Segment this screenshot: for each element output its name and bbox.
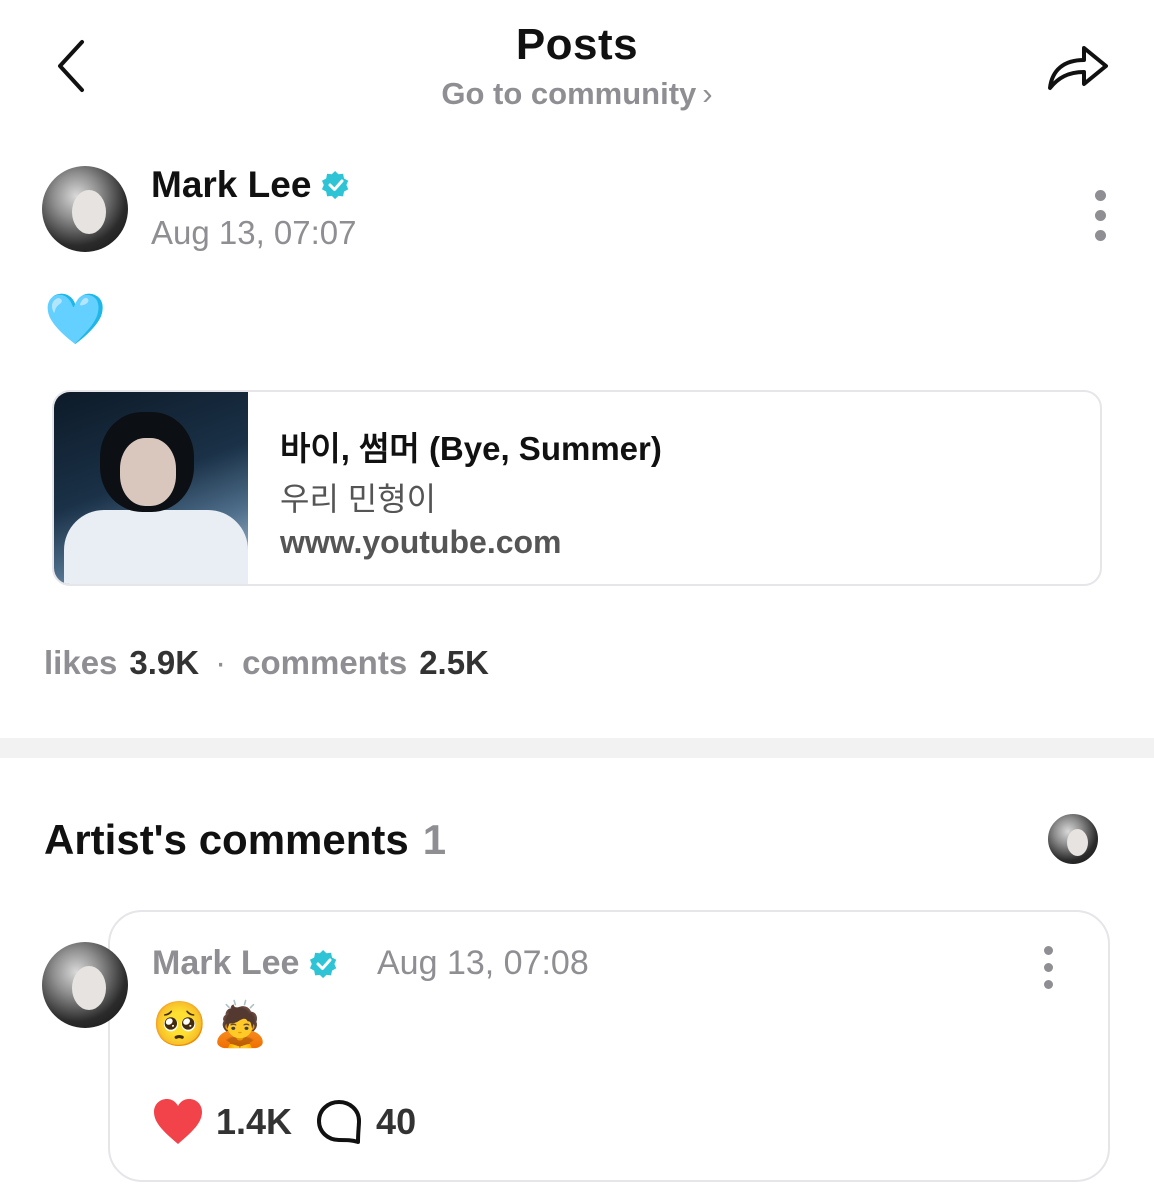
- stats-separator: ·: [215, 644, 227, 681]
- link-subtitle: 우리 민형이: [280, 481, 437, 517]
- artist-comments-heading: Artist's comments 1: [44, 816, 446, 864]
- author-name: Mark Lee: [151, 164, 312, 205]
- more-dot: [1043, 946, 1053, 955]
- author-name-row[interactable]: Mark Lee: [151, 164, 351, 206]
- comment-timestamp: Aug 13, 07:08: [377, 944, 589, 982]
- link-thumbnail: [54, 392, 248, 584]
- link-preview-card[interactable]: 바이, 썸머 (Bye, Summer) 우리 민형이 www.youtube.…: [52, 390, 1102, 586]
- community-link-label: Go to community: [441, 76, 697, 111]
- artist-filter-avatar[interactable]: [1046, 812, 1100, 866]
- more-dot: [1094, 190, 1106, 201]
- comment-author-name: Mark Lee: [152, 944, 300, 982]
- comment-actions: 1.4K 40: [152, 1098, 416, 1146]
- chevron-left-icon: [58, 40, 84, 92]
- verified-badge-icon: [310, 949, 337, 978]
- likes-count[interactable]: 3.9K: [129, 644, 199, 682]
- heart-icon[interactable]: [152, 1098, 204, 1146]
- go-to-community-link[interactable]: Go to community ›: [377, 76, 777, 112]
- post-timestamp: Aug 13, 07:07: [151, 214, 357, 251]
- more-dot: [1094, 210, 1106, 221]
- share-arrow-icon: [1048, 46, 1108, 90]
- comment-body-text: 🥺🙇: [152, 1000, 274, 1049]
- comment-author-row[interactable]: Mark Lee: [152, 944, 339, 983]
- verified-badge-icon: [322, 170, 349, 200]
- more-dot: [1043, 980, 1053, 989]
- artist-comments-count: 1: [422, 816, 447, 863]
- chevron-right-icon: ›: [702, 76, 713, 111]
- post-stats: likes 3.9K · comments 2.5K: [44, 644, 489, 682]
- post-body-text: 🩵: [44, 291, 107, 347]
- link-title: 바이, 썸머 (Bye, Summer): [280, 430, 662, 467]
- more-dot: [1043, 963, 1053, 972]
- comments-count[interactable]: 2.5K: [419, 644, 489, 682]
- comment-author-avatar[interactable]: [42, 942, 128, 1028]
- share-button[interactable]: [1044, 36, 1114, 96]
- likes-label[interactable]: likes: [44, 644, 117, 682]
- page-title: Posts: [515, 20, 639, 69]
- back-button[interactable]: [48, 36, 98, 96]
- comment-reply-count: 40: [376, 1101, 417, 1142]
- comment-like-count: 1.4K: [216, 1101, 293, 1142]
- comments-label[interactable]: comments: [242, 644, 407, 682]
- more-dot: [1094, 230, 1106, 241]
- post-more-options-button[interactable]: [1088, 190, 1112, 241]
- author-avatar[interactable]: [42, 166, 128, 252]
- artist-comments-title: Artist's comments: [44, 816, 409, 863]
- comment-more-options-button[interactable]: [1036, 946, 1060, 989]
- reply-bubble-icon[interactable]: [316, 1099, 362, 1145]
- link-url: www.youtube.com: [280, 524, 562, 560]
- section-divider: [0, 738, 1154, 758]
